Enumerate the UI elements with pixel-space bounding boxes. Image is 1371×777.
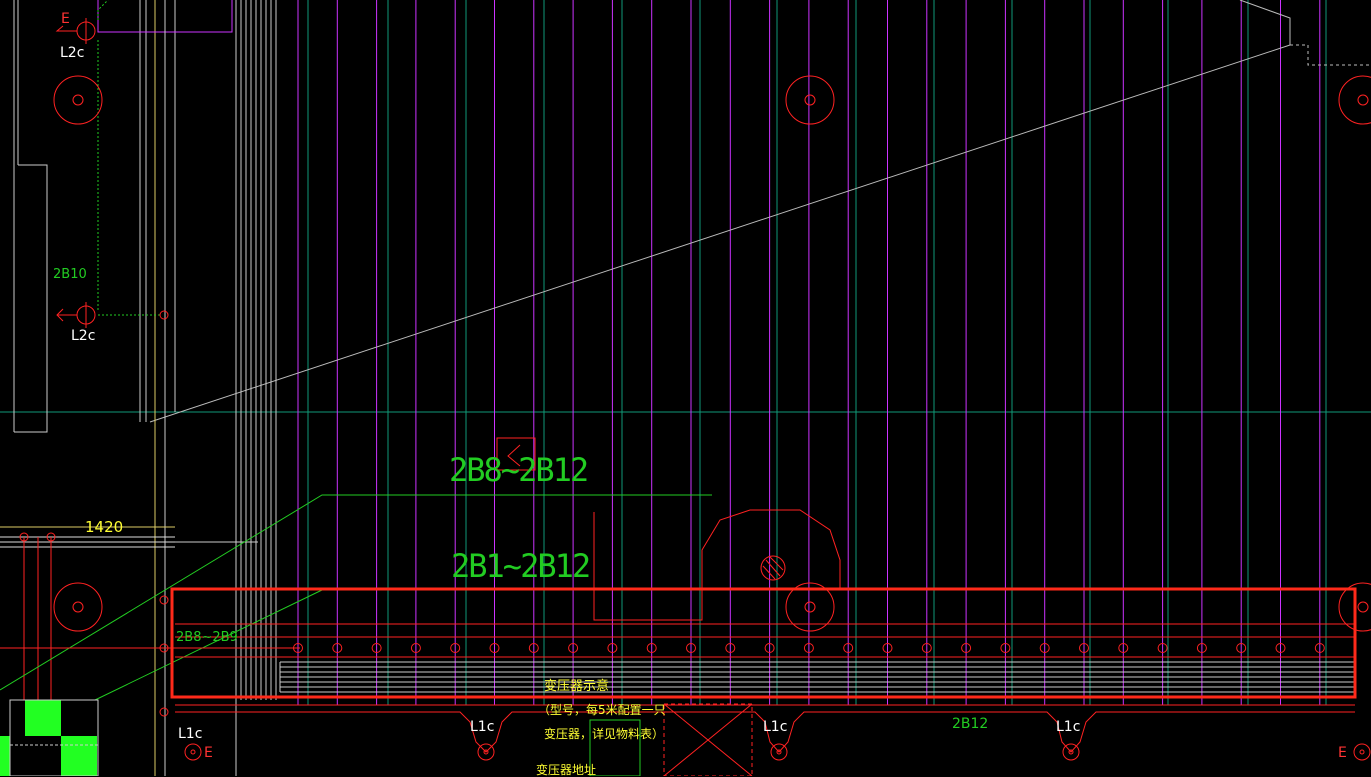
label-l1c-2: L1c xyxy=(470,719,495,735)
drawing-background xyxy=(0,0,1371,776)
label-l2c-top: L2c xyxy=(60,45,85,61)
label-2b10: 2B10 xyxy=(53,267,87,282)
label-2b12: 2B12 xyxy=(952,716,989,732)
label-dim-1420: 1420 xyxy=(85,518,124,536)
label-e-top: E xyxy=(61,11,70,27)
label-transformer-note-2: 变压器，详见物料表） xyxy=(544,727,665,741)
label-l2c-mid: L2c xyxy=(71,328,96,344)
label-e-bottom-left: E xyxy=(204,745,213,761)
label-transformer-note-1: （型号，每5米配置一只 xyxy=(538,703,666,717)
label-l1c-3: L1c xyxy=(763,719,788,735)
label-e-bottom-right: E xyxy=(1338,745,1347,761)
cad-drawing-canvas[interactable] xyxy=(0,0,1371,776)
label-2b8-2b12: 2B8~2B12 xyxy=(449,451,589,489)
label-transformer-note-3: 变压器地址 xyxy=(536,763,597,777)
label-transformer-title: 变压器示意 xyxy=(544,679,610,694)
label-2b1-2b12: 2B1~2B12 xyxy=(451,547,591,585)
label-l1c-4: L1c xyxy=(1056,719,1081,735)
label-2b8-2b9: 2B8~2B9 xyxy=(176,630,238,645)
label-l1c-1: L1c xyxy=(178,726,203,742)
